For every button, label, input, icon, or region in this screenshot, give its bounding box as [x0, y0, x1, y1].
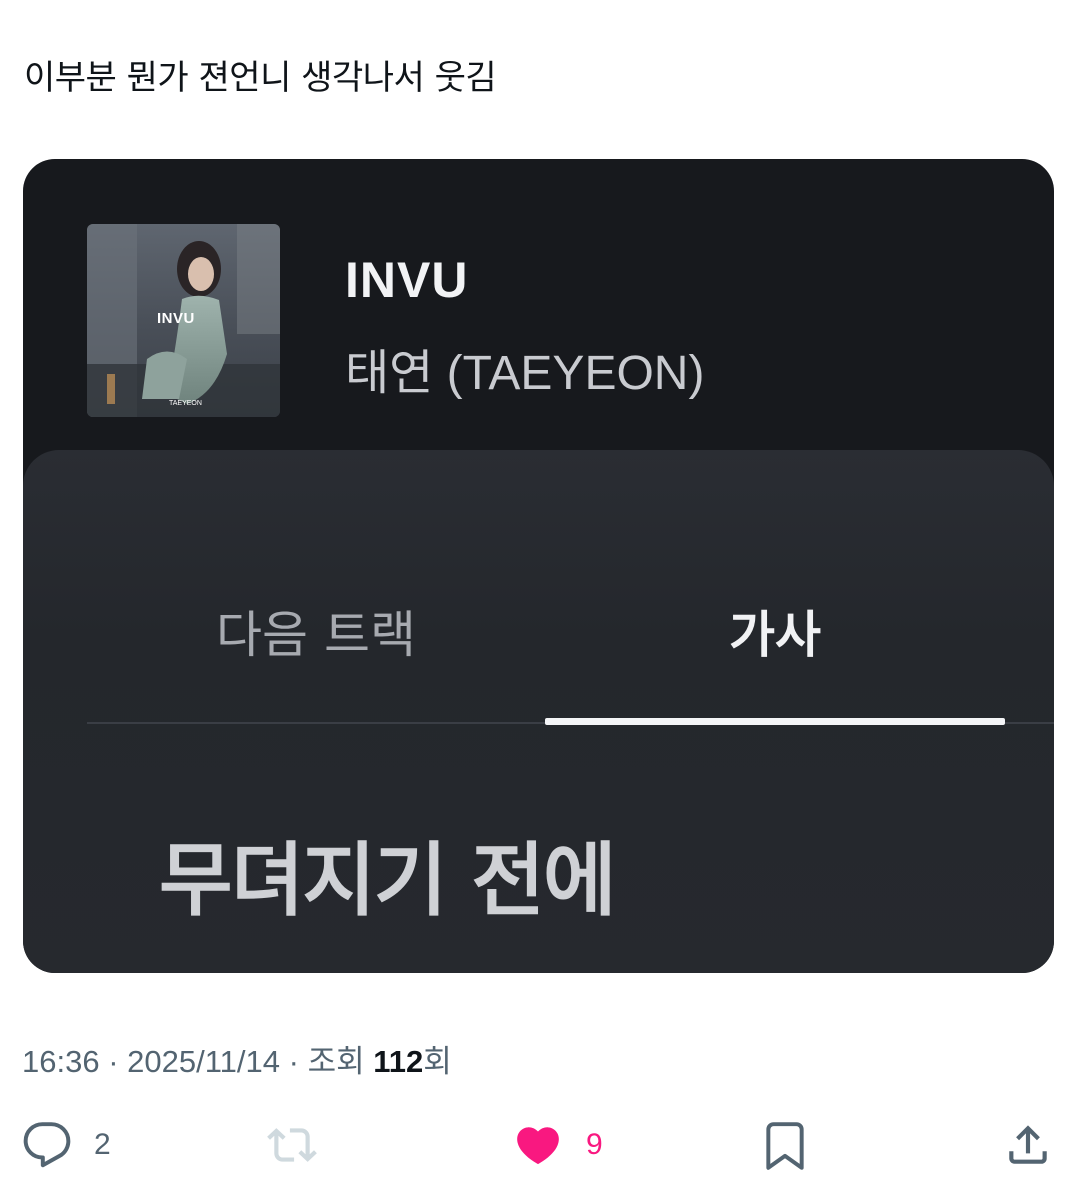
track-artist: 태연 (TAEYEON): [345, 347, 705, 400]
reply-icon: [23, 1122, 71, 1168]
album-art-artist: TAEYEON: [169, 400, 202, 407]
tweet-page: 이부분 뭔가 젼언니 생각나서 웃김 INVU TAEYEON INVU 태연 …: [0, 0, 1076, 1200]
tab-next-track[interactable]: 다음 트랙: [87, 595, 545, 665]
tweet-date[interactable]: 2025/11/14: [127, 1044, 280, 1079]
bookmark-button[interactable]: [760, 1110, 810, 1180]
reply-button[interactable]: 2: [22, 1110, 111, 1180]
bookmark-icon: [766, 1122, 804, 1170]
tab-lyrics[interactable]: 가사: [545, 595, 1005, 665]
now-playing-header: INVU TAEYEON INVU 태연 (TAEYEON): [23, 159, 1054, 459]
tweet-meta: 16:36 · 2025/11/14 · 조회 112회: [22, 1036, 452, 1081]
attached-screenshot[interactable]: INVU TAEYEON INVU 태연 (TAEYEON) 다음 트랙 가사 …: [23, 159, 1054, 973]
album-art: INVU TAEYEON: [87, 224, 280, 417]
tweet-text: 이부분 뭔가 젼언니 생각나서 웃김: [24, 58, 497, 98]
track-title: INVU: [345, 252, 469, 308]
like-button[interactable]: 9: [512, 1110, 603, 1180]
retweet-icon: [267, 1128, 317, 1162]
player-panel: 다음 트랙 가사 무뎌지기 전에: [23, 450, 1054, 973]
reply-count: 2: [94, 1128, 111, 1161]
like-count: 9: [586, 1128, 603, 1161]
retweet-button[interactable]: [265, 1110, 341, 1180]
share-button[interactable]: [1003, 1110, 1053, 1180]
active-tab-indicator: [545, 718, 1005, 725]
album-art-title: INVU: [157, 310, 195, 327]
views-label: 조회: [307, 1044, 374, 1079]
meta-separator: ·: [280, 1044, 308, 1079]
tweet-time[interactable]: 16:36: [22, 1044, 100, 1079]
lyric-line: 무뎌지기 전에: [159, 834, 616, 927]
meta-separator: ·: [99, 1044, 128, 1079]
views-suffix: 회: [423, 1044, 452, 1079]
tweet-actions: 2 9: [0, 1110, 1076, 1180]
heart-icon: [517, 1127, 559, 1165]
share-icon: [1009, 1125, 1047, 1164]
views-count: 112: [373, 1044, 424, 1079]
